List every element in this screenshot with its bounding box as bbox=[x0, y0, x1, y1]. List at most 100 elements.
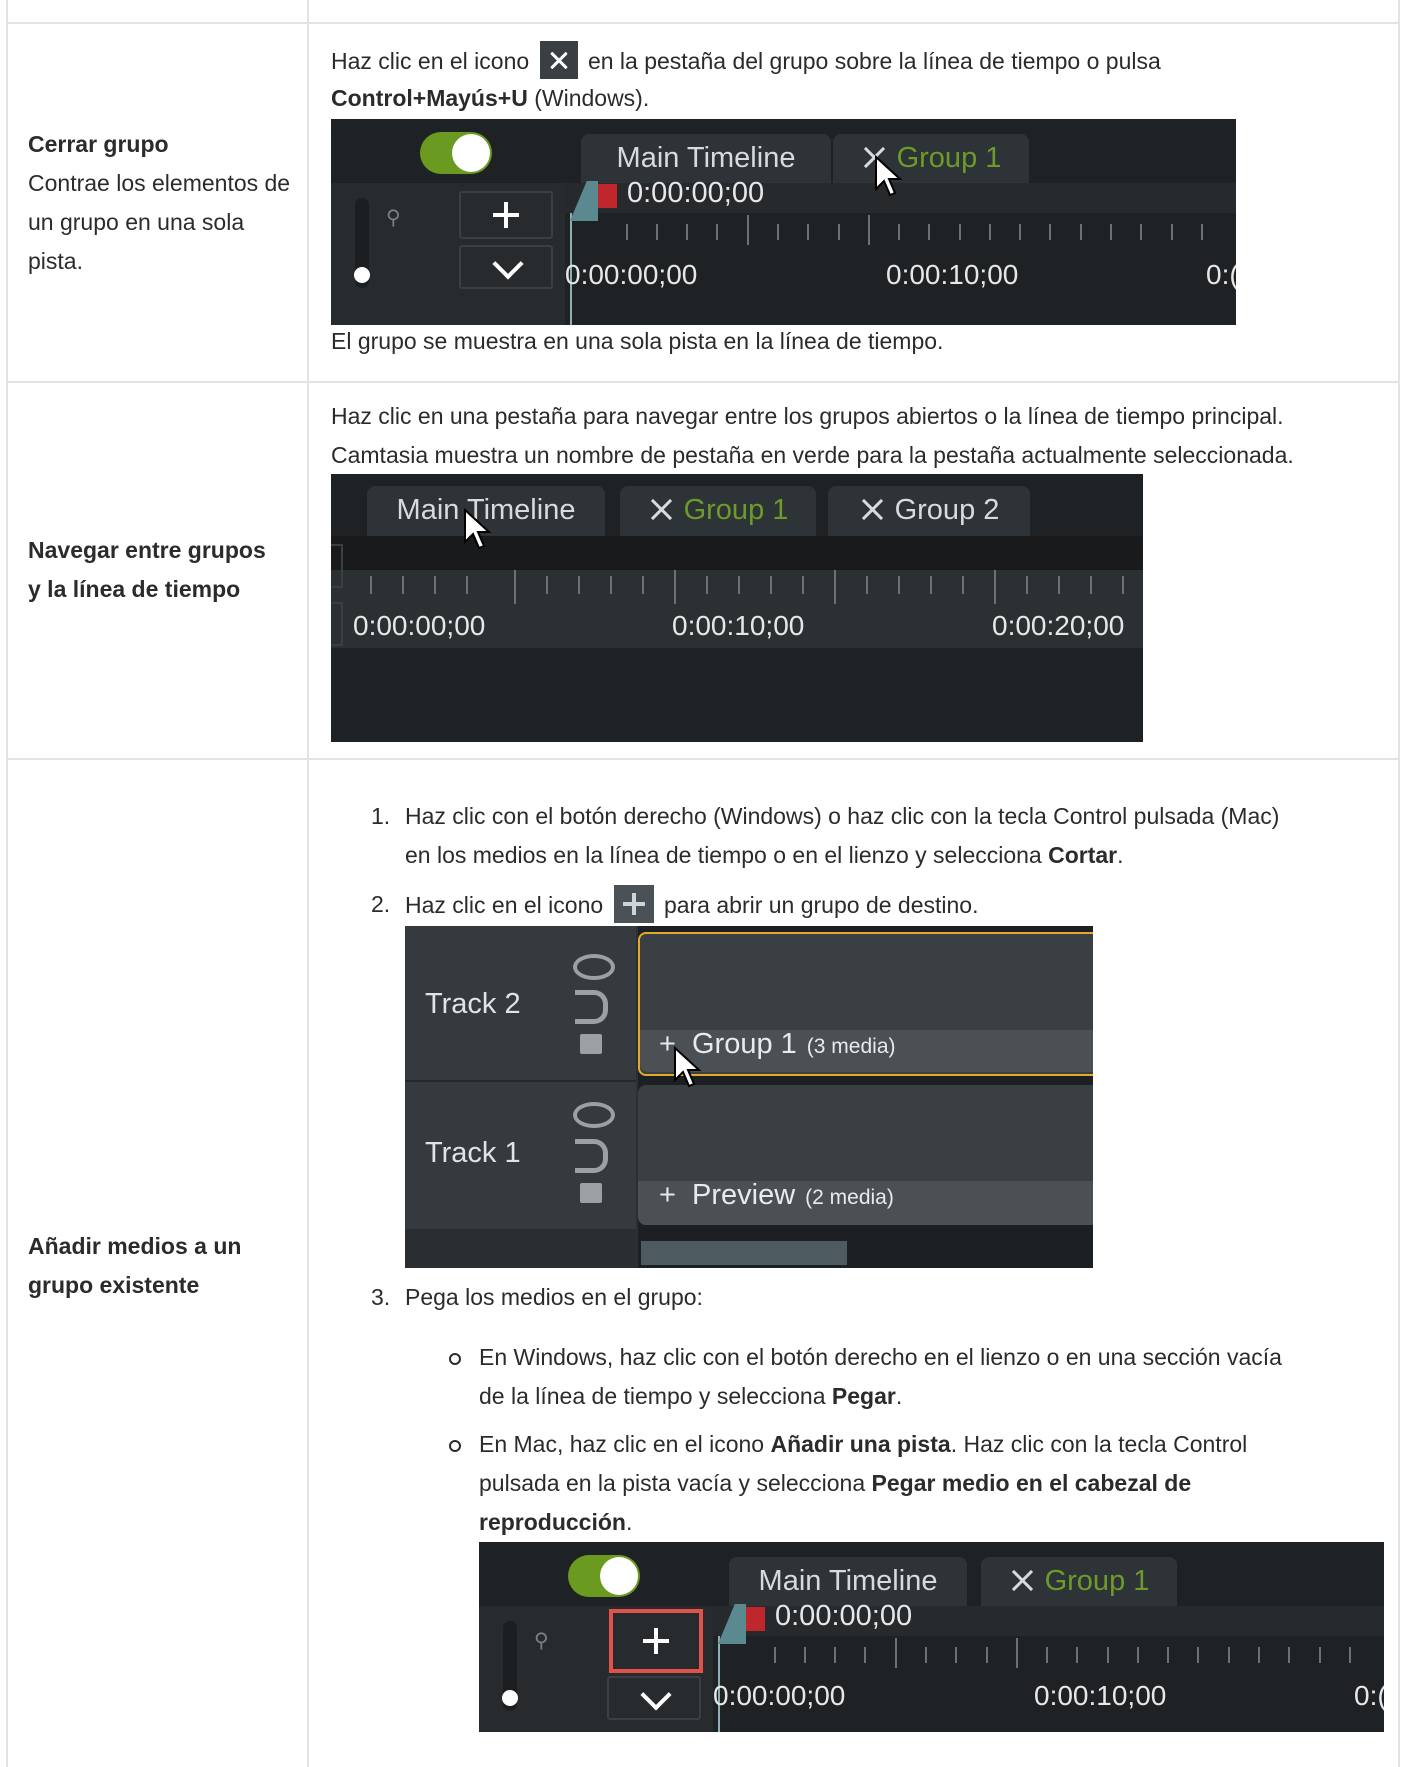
ruler-tick-label: 0:00:10;00 bbox=[672, 610, 805, 641]
playhead-marker[interactable] bbox=[597, 184, 617, 208]
row-description: Contrae los elementos de un grupo en una… bbox=[28, 170, 291, 274]
horizontal-scrollbar[interactable] bbox=[641, 1241, 847, 1265]
tab-label: Group 2 bbox=[894, 494, 1000, 526]
row-divider bbox=[6, 22, 1400, 24]
tab-group-1[interactable]: Group 1 bbox=[620, 486, 816, 536]
ruler-tick-label: 0:00:20;00 bbox=[992, 610, 1125, 641]
zoom-slider-handle[interactable] bbox=[502, 1690, 518, 1706]
tab-label: Main Timeline bbox=[758, 1565, 938, 1597]
close-icon bbox=[539, 41, 578, 79]
magnet-icon[interactable] bbox=[575, 1139, 608, 1173]
tab-main-timeline[interactable]: Main Timeline bbox=[729, 1557, 967, 1606]
close-icon[interactable] bbox=[648, 496, 674, 522]
step-text: Haz clic con el botón derecho (Windows) … bbox=[405, 803, 1280, 829]
tab-group-1[interactable]: Group 1 bbox=[833, 134, 1029, 183]
instruction-line: Control+Mayús+U (Windows). bbox=[331, 79, 649, 118]
bullet-text: de la línea de tiempo y selecciona Pegar… bbox=[479, 1377, 902, 1416]
tab-group-2[interactable]: Group 2 bbox=[828, 486, 1030, 536]
step-text-part: para abrir un grupo de destino. bbox=[663, 892, 979, 918]
instruction-table: Cerrar grupo Contrae los elementos de un… bbox=[0, 0, 1406, 1767]
mouse-cursor-icon bbox=[464, 508, 492, 550]
expand-button[interactable] bbox=[607, 1676, 701, 1720]
ruler-tick-label: 0:00:10;00 bbox=[886, 259, 1019, 290]
bullet-text-part: pulsada en la pista vacía y selecciona bbox=[479, 1470, 872, 1496]
bullet-text-part: . Haz clic con la tecla Control bbox=[950, 1431, 1248, 1457]
row-title-cell: Cerrar grupo Contrae los elementos de un… bbox=[28, 125, 298, 281]
ruler-tick-label: 0:00:00;00 bbox=[353, 610, 486, 641]
close-icon[interactable] bbox=[1009, 1567, 1035, 1593]
tab-label: Group 1 bbox=[1044, 1565, 1150, 1597]
add-track-button-highlighted[interactable] bbox=[609, 1609, 703, 1673]
group-name: Group 1 bbox=[692, 1028, 797, 1060]
row-title: Añadir medios a un bbox=[28, 1233, 242, 1259]
plus-icon bbox=[613, 885, 654, 923]
mouse-cursor-icon bbox=[875, 155, 903, 197]
step-number: 1. bbox=[371, 803, 391, 829]
group-media-count: (3 media) bbox=[806, 1035, 896, 1058]
ruler-tick-label: 0:00:00;00 bbox=[713, 1680, 846, 1711]
add-track-button[interactable] bbox=[459, 191, 553, 239]
timeline-screenshot-add-track: Main Timeline Group 1 ⚲ 0:00:00;00 0:00:… bbox=[479, 1542, 1384, 1732]
step-text-part: . bbox=[1117, 842, 1124, 868]
instruction-text: Haz clic en una pestaña para navegar ent… bbox=[331, 403, 1284, 429]
row-title-cell: Añadir medios a un grupo existente bbox=[28, 1227, 303, 1305]
table-border-right bbox=[1398, 0, 1400, 1767]
tab-label: Group 1 bbox=[683, 494, 789, 526]
lock-icon[interactable] bbox=[580, 1183, 602, 1203]
toggle-switch[interactable] bbox=[568, 1555, 640, 1597]
menu-command: Pegar bbox=[831, 1383, 896, 1409]
row-title-cell: Navegar entre grupos y la línea de tiemp… bbox=[28, 531, 303, 609]
toggle-switch[interactable] bbox=[420, 132, 492, 174]
instruction-text: (Windows). bbox=[527, 85, 650, 111]
timeline-screenshot-close-group: Main Timeline Group 1 ⚲ 0:00:00;00 0:00:… bbox=[331, 119, 1236, 325]
magnet-icon[interactable] bbox=[575, 990, 608, 1024]
keyboard-shortcut: Control+Mayús+U bbox=[331, 85, 528, 111]
ruler-tick-label: 0:( bbox=[1354, 1680, 1384, 1711]
zoom-magnifier-icon: ⚲ bbox=[386, 207, 401, 229]
instruction-text: Camtasia muestra un nombre de pestaña en… bbox=[331, 442, 1294, 468]
instruction-line: Haz clic en el icono en la pestaña del g… bbox=[331, 41, 1161, 81]
bullet-text-part: de la línea de tiempo y selecciona bbox=[479, 1383, 832, 1409]
expand-button[interactable] bbox=[459, 245, 553, 289]
row-divider bbox=[6, 381, 1400, 383]
instruction-text: Haz clic en el icono bbox=[331, 48, 530, 74]
playhead-time: 0:00:00;00 bbox=[775, 1600, 913, 1632]
playhead-marker[interactable] bbox=[745, 1607, 765, 1631]
menu-command: Cortar bbox=[1048, 842, 1118, 868]
eye-icon[interactable] bbox=[573, 954, 615, 980]
row-title: grupo existente bbox=[28, 1272, 200, 1298]
step-text: Haz clic en el icono para abrir un grupo… bbox=[405, 885, 978, 925]
step-text-part: en los medios en la línea de tiempo o en… bbox=[405, 842, 1049, 868]
close-icon[interactable] bbox=[859, 496, 885, 522]
playhead-time: 0:00:00;00 bbox=[627, 177, 765, 209]
lock-icon[interactable] bbox=[580, 1034, 602, 1054]
bullet-text: reproducción. bbox=[479, 1503, 632, 1542]
tab-main-timeline[interactable]: Main Timeline bbox=[581, 134, 831, 183]
row-divider bbox=[6, 758, 1400, 760]
step-text-part: Haz clic en el icono bbox=[405, 892, 604, 918]
bullet-marker bbox=[449, 1353, 461, 1365]
eye-icon[interactable] bbox=[573, 1102, 615, 1128]
bullet-marker bbox=[449, 1440, 461, 1452]
tracks-screenshot: Track 2 Track 1 + Group 1 (3 media) + Pre… bbox=[405, 926, 1093, 1268]
step-number: 2. bbox=[371, 891, 391, 917]
step-number: 3. bbox=[371, 1284, 391, 1310]
expand-group-button[interactable]: + bbox=[659, 1179, 676, 1211]
row-title: y la línea de tiempo bbox=[28, 576, 241, 602]
zoom-magnifier-icon: ⚲ bbox=[534, 1630, 549, 1652]
menu-command: Añadir una pista bbox=[770, 1431, 951, 1457]
zoom-slider-handle[interactable] bbox=[354, 267, 370, 283]
table-border-left bbox=[6, 0, 8, 1767]
track-label: Track 2 bbox=[425, 988, 521, 1020]
tab-group-1[interactable]: Group 1 bbox=[981, 1557, 1177, 1606]
row-title: Cerrar grupo bbox=[28, 131, 169, 157]
timeline-screenshot-tabs: Main Timeline Group 1 Group 2 0:00:00;00… bbox=[331, 474, 1143, 742]
group-name: Preview bbox=[692, 1179, 796, 1211]
tab-label: Main Timeline bbox=[616, 142, 796, 174]
step-text: Pega los medios en el grupo: bbox=[405, 1284, 703, 1310]
ruler-tick-label: 0:00:10;00 bbox=[1034, 1680, 1167, 1711]
track-label: Track 1 bbox=[425, 1137, 521, 1169]
ruler-tick-label: 0:00:00;00 bbox=[565, 259, 698, 290]
tab-label: Group 1 bbox=[896, 142, 1002, 174]
instruction-result-text: El grupo se muestra en una sola pista en… bbox=[331, 328, 944, 354]
